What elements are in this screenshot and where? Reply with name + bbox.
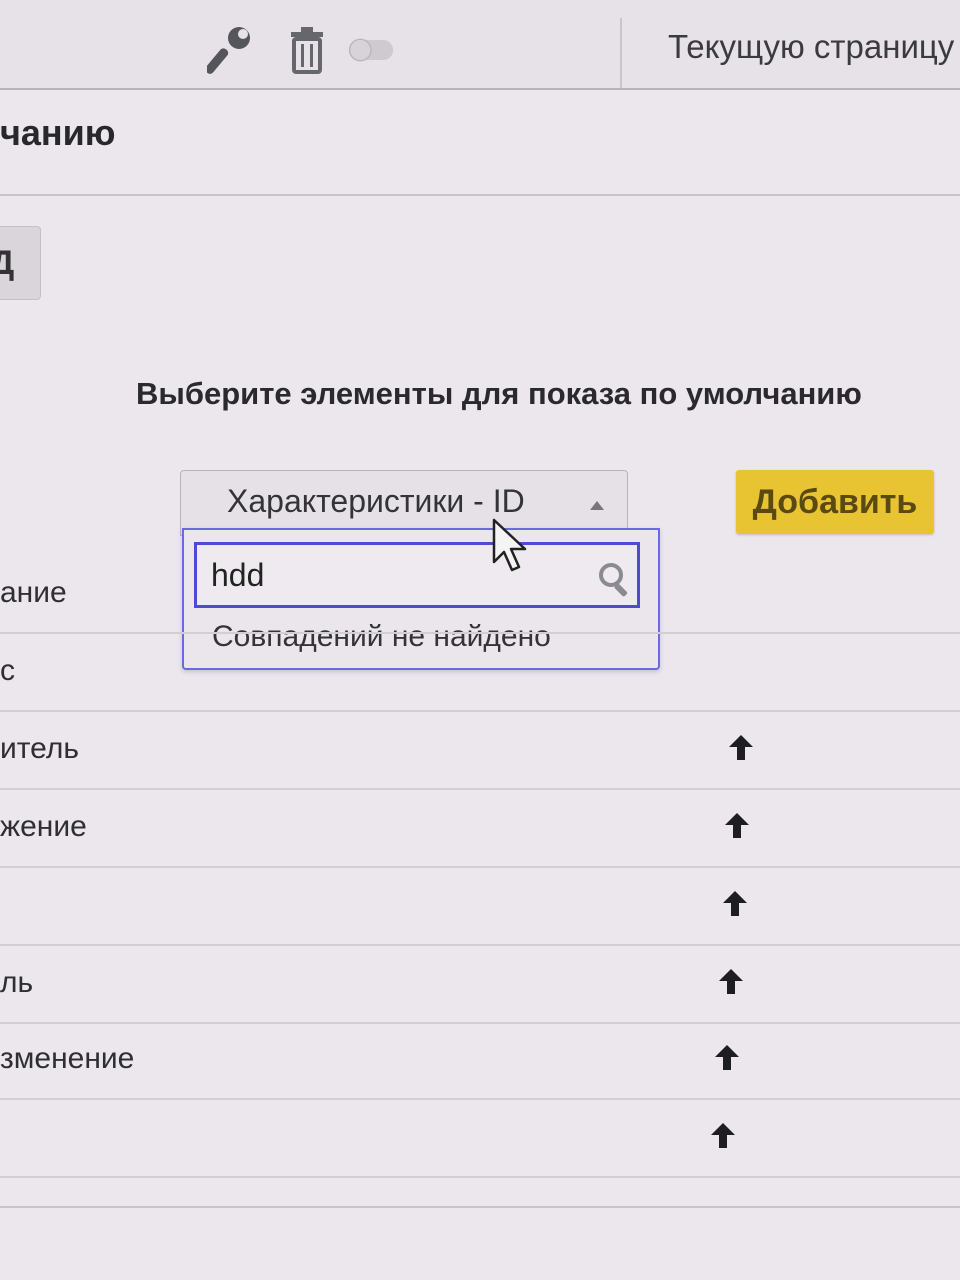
choose-heading: Выберите элементы для показа по умолчани… <box>136 376 862 411</box>
list-item <box>0 868 960 946</box>
left-button-label: Д <box>0 244 14 283</box>
add-button[interactable]: Добавить <box>736 470 934 534</box>
list-item: ание <box>0 556 960 634</box>
divider <box>0 194 960 196</box>
list-item-label: ание <box>0 576 67 609</box>
section-heading: чанию <box>0 112 116 153</box>
divider <box>0 1206 960 1208</box>
arrow-up-icon[interactable] <box>716 966 746 996</box>
chevron-up-icon <box>590 501 604 510</box>
list-item: ль <box>0 946 960 1024</box>
list-item <box>0 1100 960 1178</box>
list-item: с <box>0 634 960 712</box>
list-item-label: с <box>0 654 15 687</box>
arrow-up-icon[interactable] <box>712 1042 742 1072</box>
toolbar: Текущую страницу <box>0 0 960 90</box>
toggle-icon[interactable] <box>346 22 396 78</box>
list-item-label: ль <box>0 966 34 999</box>
trash-icon[interactable] <box>282 22 332 78</box>
arrow-up-icon[interactable] <box>726 732 756 762</box>
arrow-up-icon[interactable] <box>720 888 750 918</box>
list-item-label: зменение <box>0 1042 135 1075</box>
arrow-up-icon[interactable] <box>708 1120 738 1150</box>
list-item-label: итель <box>0 732 79 765</box>
arrow-up-icon[interactable] <box>722 810 752 840</box>
list-item: итель <box>0 712 960 790</box>
row-divider <box>0 1176 960 1178</box>
list-item-label: жение <box>0 810 87 843</box>
left-button[interactable]: Д <box>0 226 41 300</box>
toolbar-separator <box>620 18 622 88</box>
current-page-label[interactable]: Текущую страницу <box>668 28 954 66</box>
characteristics-select[interactable]: Характеристики - ID <box>180 470 628 536</box>
wrench-icon[interactable] <box>205 22 255 78</box>
select-value: Характеристики - ID <box>227 483 525 519</box>
list-item: зменение <box>0 1022 960 1100</box>
list-item: жение <box>0 790 960 868</box>
mouse-cursor-icon <box>492 518 527 572</box>
